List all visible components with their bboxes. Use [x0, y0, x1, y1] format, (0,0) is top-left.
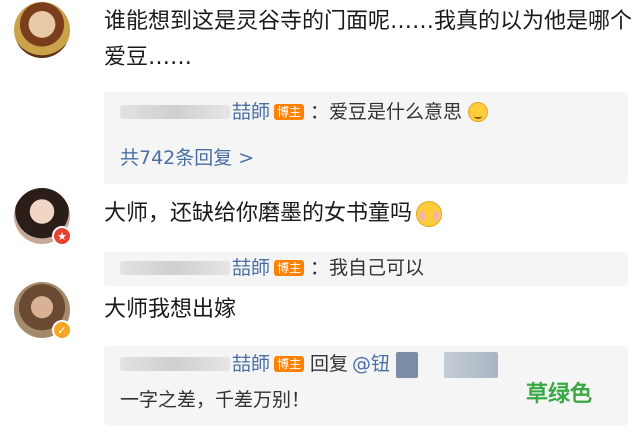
verified-red-badge-icon: ★: [52, 226, 72, 246]
emoji-shy-icon: [468, 102, 489, 122]
avatar[interactable]: [14, 2, 70, 58]
reply-label: 回复: [310, 353, 349, 375]
reply-line: 喆師 博主 ：我自己可以: [120, 254, 424, 282]
reply-text: ：我自己可以: [310, 257, 425, 279]
comment-text: 谁能想到这是灵谷寺的门面呢……我真的以为他是哪个爱豆……: [104, 9, 633, 70]
emoji-blush-icon: [416, 201, 443, 227]
avatar[interactable]: ★: [14, 188, 72, 246]
reply-author[interactable]: 喆師: [232, 254, 270, 282]
verified-gold-badge-icon: ✓: [52, 320, 72, 340]
reply-text: ：爱豆是什么意思: [310, 101, 463, 123]
owner-tag: 博主: [274, 356, 305, 372]
owner-tag: 博主: [274, 104, 305, 120]
reply-author[interactable]: 喆師: [232, 98, 270, 126]
reply-box[interactable]: 喆師 博主 ：我自己可以: [104, 252, 628, 286]
reply-line: 喆師 博主 回复 @钮: [120, 350, 390, 378]
owner-tag: 博主: [274, 260, 305, 276]
reply-author[interactable]: 喆師: [232, 350, 270, 378]
comment-text-body: 大师，还缺给你磨墨的女书童吗: [104, 201, 413, 226]
blurred-username: [120, 261, 230, 275]
watermark: 草绿色: [525, 382, 592, 407]
reply-text: 一字之差，千差万别！: [120, 389, 311, 411]
blurred-username: [120, 105, 230, 119]
blurred-block: [444, 352, 498, 378]
avatar-image: [14, 2, 70, 58]
reply-box[interactable]: 喆師 博主 ：爱豆是什么意思 共742条回复 >: [104, 92, 628, 184]
comment-text: 大师我想出嫁: [104, 297, 237, 322]
comment-text: 大师，还缺给你磨墨的女书童吗: [104, 196, 443, 232]
avatar[interactable]: ✓: [14, 282, 72, 340]
reply-line: 喆師 博主 ：爱豆是什么意思: [120, 98, 489, 126]
more-replies-link[interactable]: 共742条回复 >: [120, 144, 254, 172]
blurred-block: [396, 352, 418, 378]
reply-target[interactable]: @钮: [352, 350, 390, 378]
blurred-username: [120, 357, 230, 371]
